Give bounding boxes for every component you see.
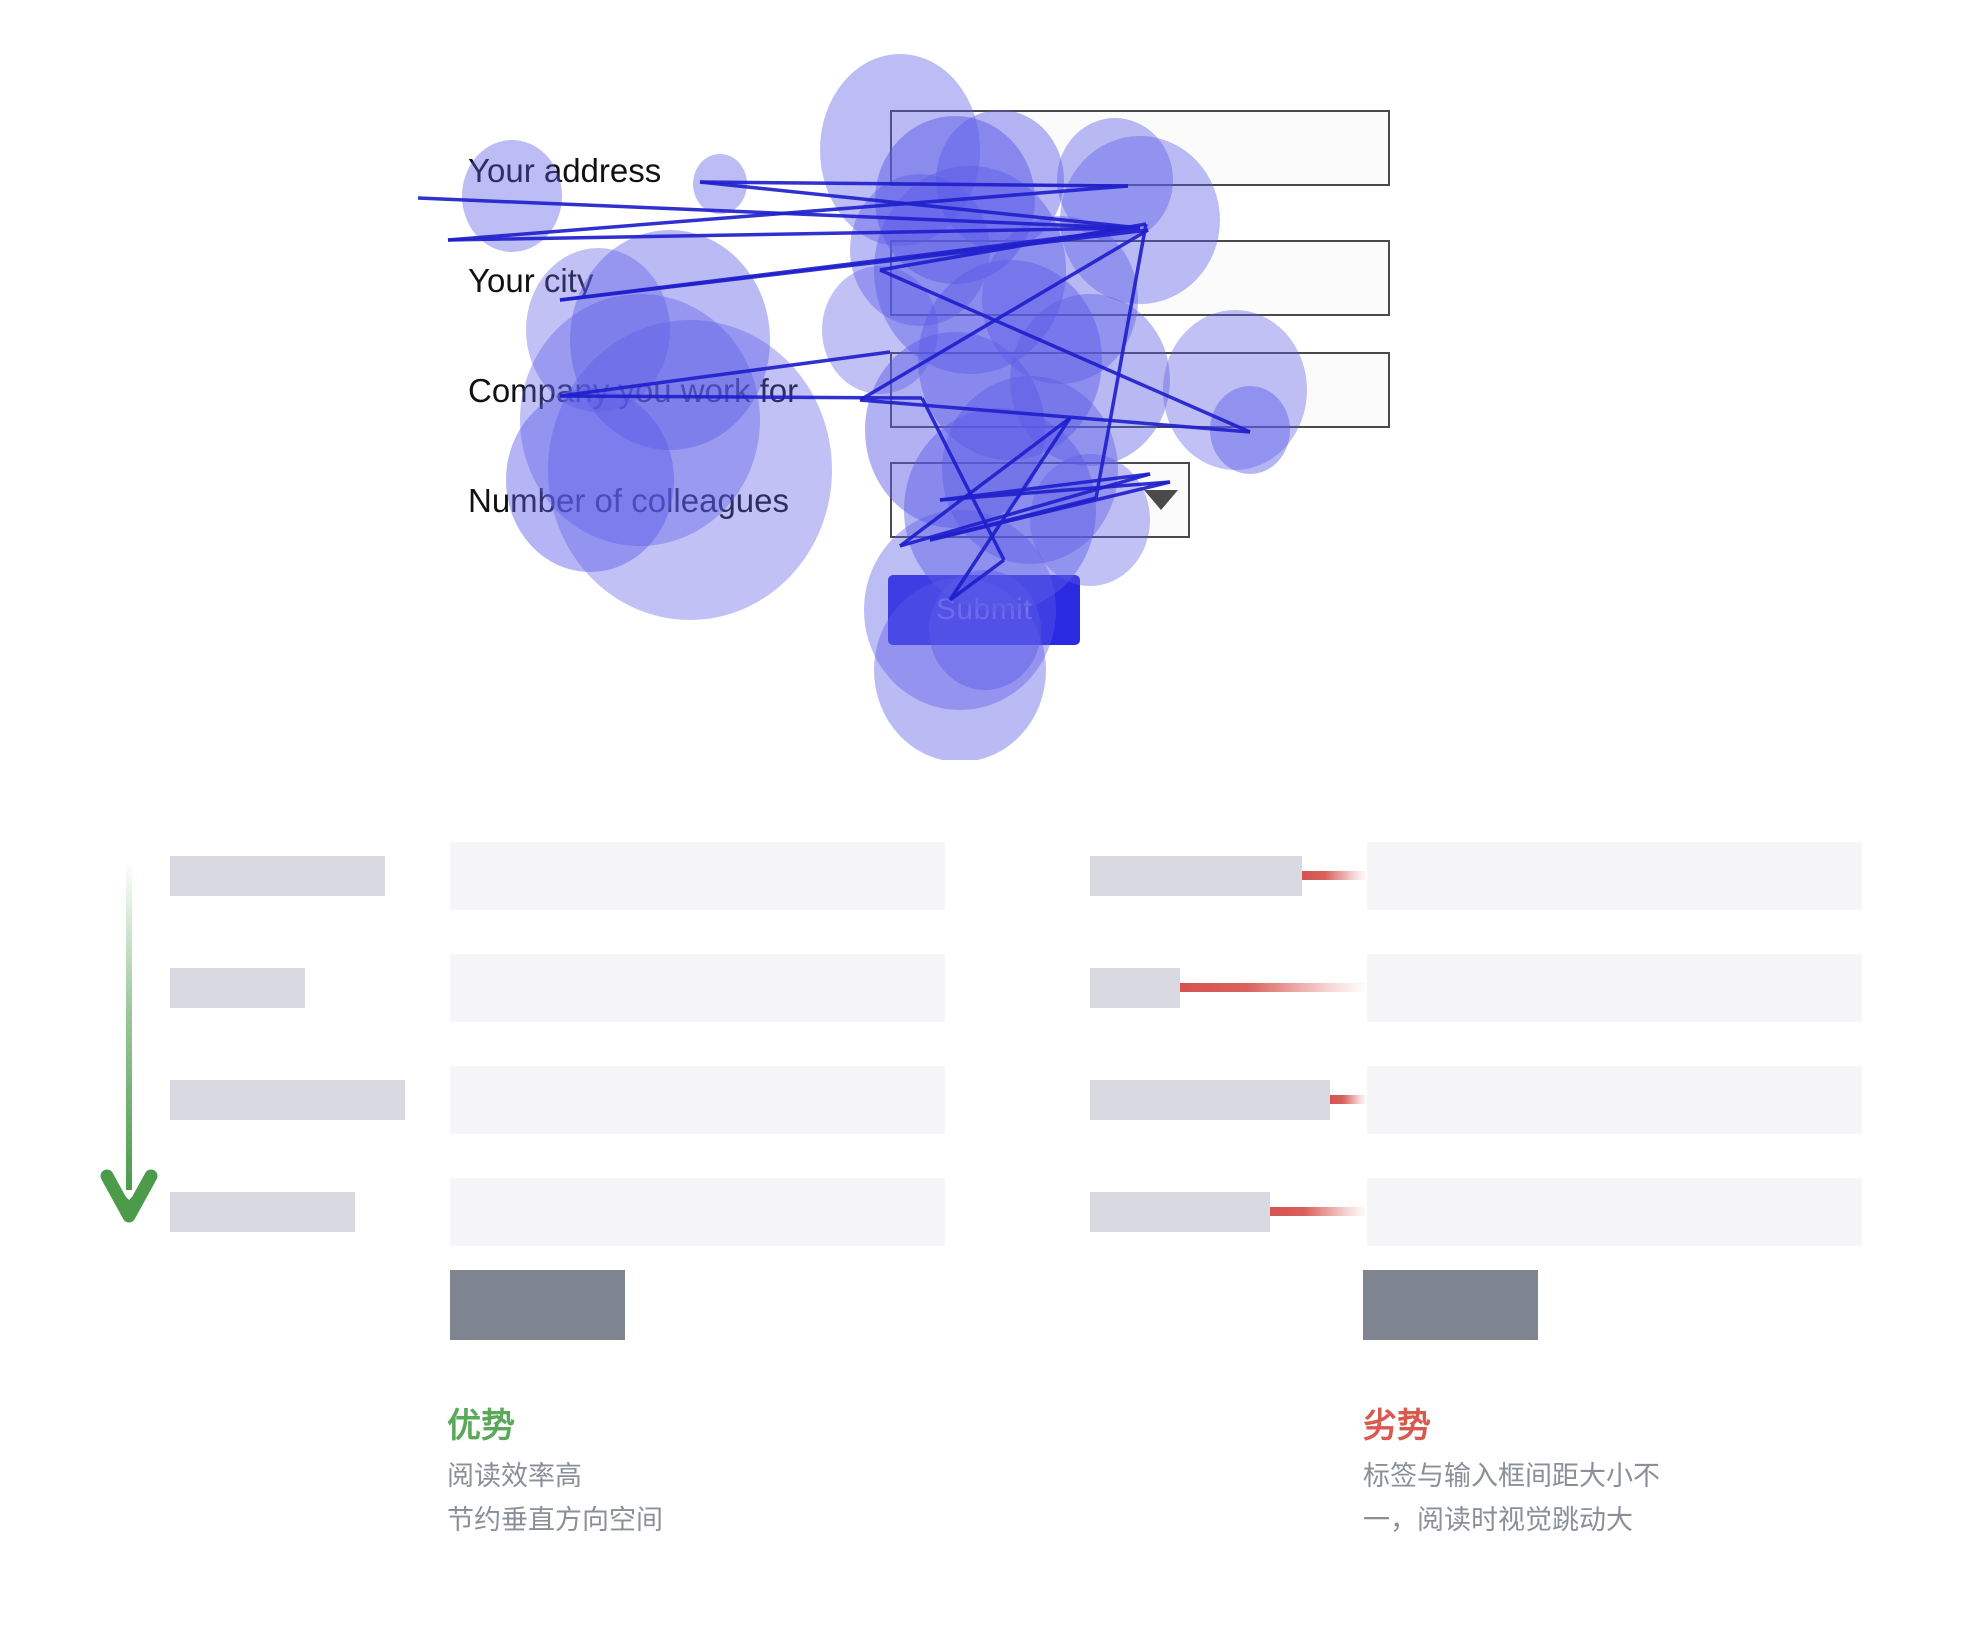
wf-field-bar[interactable] [450,1178,945,1246]
fixation-blob [693,154,747,214]
fixation-blob [570,230,770,450]
form-label-your-city: Your city [468,262,594,299]
saccade-line [447,184,1129,242]
wf-submit-button[interactable] [450,1270,625,1340]
form-label-colleagues: Number of colleagues [468,482,790,519]
saccade-line [447,226,1131,242]
wf-label-bar [170,1192,355,1232]
disadvantage-line-1: 标签与输入框间距大小不 [1363,1461,1660,1491]
wf-label-bar [1090,1192,1270,1232]
form-label-company: Company you work for [468,372,799,409]
disadvantage-line-2: 一，阅读时视觉跳动大 [1363,1505,1633,1535]
advantage-line-2: 节约垂直方向空间 [447,1505,663,1535]
label-gap-indicator [1302,871,1367,880]
fixation-blob [548,320,832,620]
wf-field-bar[interactable] [450,842,945,910]
saccade-line [417,196,1131,230]
saccade-line [699,180,1141,230]
gaze-plot-section: Your address Your city Company you work … [0,0,1976,760]
wf-field-bar[interactable] [1367,1178,1862,1246]
disadvantage-title: 劣势 [1363,1407,1431,1445]
advantage-line-1: 阅读效率高 [447,1461,582,1491]
input-company[interactable] [890,352,1390,428]
submit-button[interactable]: Submit [888,575,1080,645]
wf-submit-button[interactable] [1363,1270,1538,1340]
comparison-section: 优势 阅读效率高 节约垂直方向空间 劣势 标签与输入框间距大小不 一，阅读时视觉… [0,760,1976,1636]
label-gap-indicator [1180,983,1367,992]
label-gap-indicator [1270,1207,1367,1216]
advantage-body: 阅读效率高 节约垂直方向空间 [447,1454,663,1542]
wf-field-bar[interactable] [1367,842,1862,910]
fixation-blob [506,388,674,572]
disadvantage-body: 标签与输入框间距大小不 一，阅读时视觉跳动大 [1363,1454,1660,1542]
down-arrow-icon [100,860,158,1223]
input-your-city[interactable] [890,240,1390,316]
wf-field-bar[interactable] [450,1066,945,1134]
label-gap-indicator [1330,1095,1367,1104]
wf-field-bar[interactable] [450,954,945,1022]
wf-label-bar [170,856,385,896]
wf-label-bar [1090,968,1180,1008]
wf-field-bar[interactable] [1367,954,1862,1022]
input-your-address[interactable] [890,110,1390,186]
wf-label-bar [170,1080,405,1120]
wf-field-bar[interactable] [1367,1066,1862,1134]
form-label-your-address: Your address [468,152,662,189]
wf-label-bar [1090,1080,1330,1120]
wf-label-bar [170,968,305,1008]
advantage-title: 优势 [447,1407,515,1445]
chevron-down-icon [1144,490,1178,510]
wf-label-bar [1090,856,1302,896]
